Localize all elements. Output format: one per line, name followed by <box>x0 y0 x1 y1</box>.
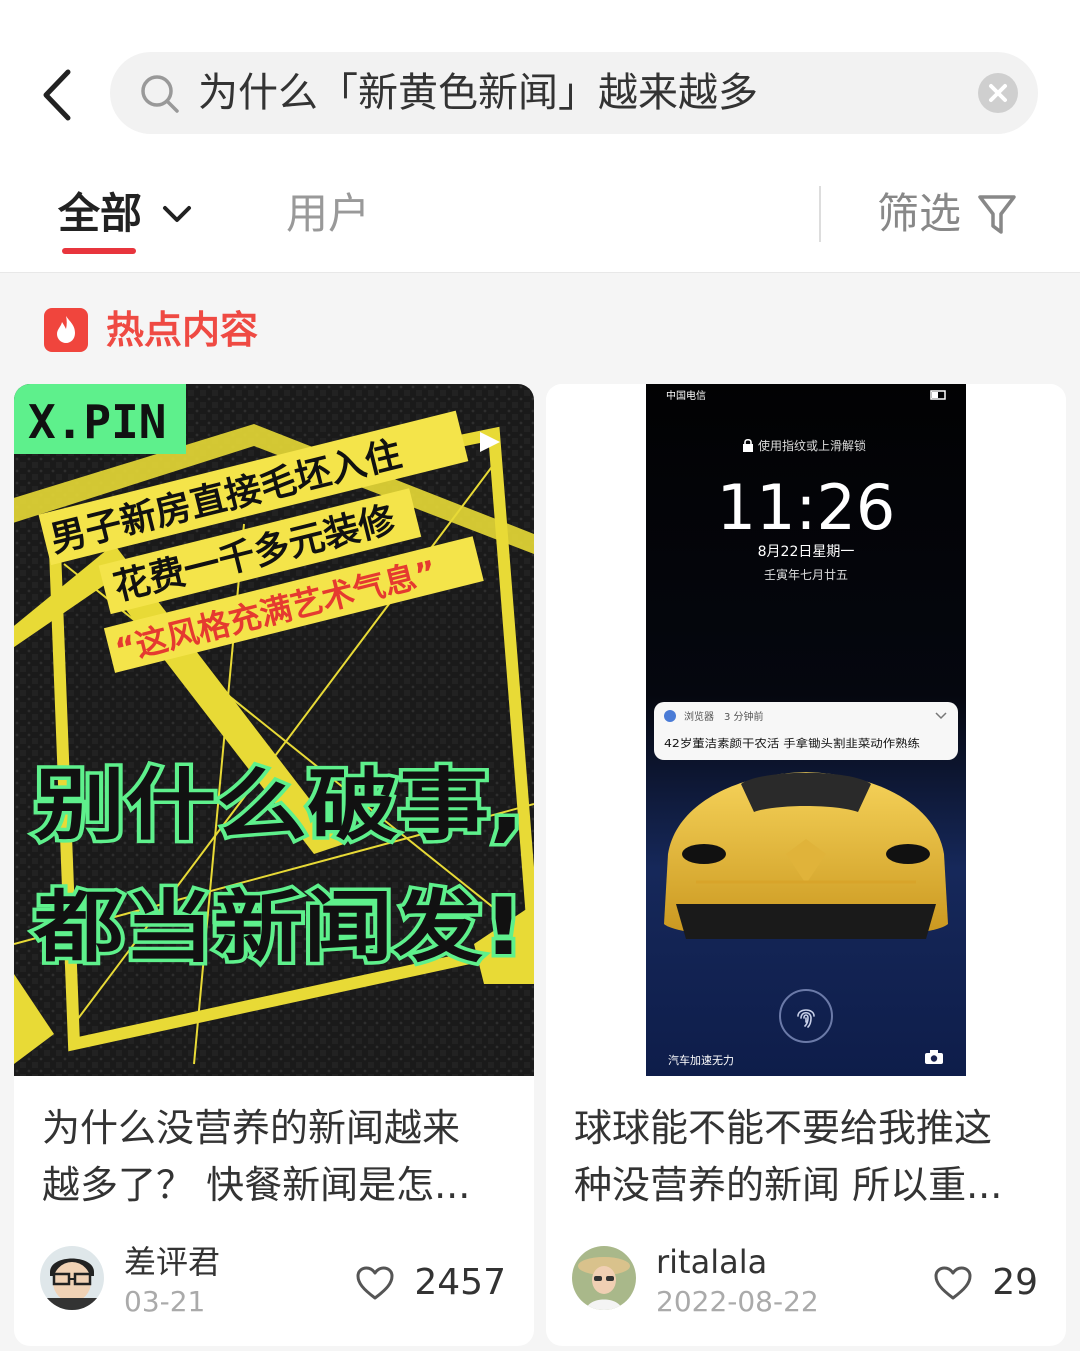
filter-button[interactable]: 筛选 <box>877 186 1016 242</box>
search-icon <box>141 75 179 113</box>
active-tab-indicator <box>62 248 136 254</box>
cover-big-text-1: 别什么破事, <box>34 761 524 851</box>
post-card[interactable]: 中国电信 使用指纹或上滑解锁 11:26 8月22日星期一 壬寅年七月廿五 浏览… <box>546 384 1066 1346</box>
top-bar: 为什么「新黄色新闻」越来越多 全部 用户 筛选 <box>0 0 1080 272</box>
phone-time: 11:26 <box>717 471 896 544</box>
notification-app: 浏览器 <box>684 710 714 723</box>
post-title-line: 越多了？ 快餐新闻是怎... <box>42 1163 471 1207</box>
search-query-text[interactable]: 为什么「新黄色新闻」越来越多 <box>198 66 758 120</box>
post-title-line: 种没营养的新闻 所以重... <box>574 1163 1003 1207</box>
post-cover-image[interactable]: 中国电信 使用指纹或上滑解锁 11:26 8月22日星期一 壬寅年七月廿五 浏览… <box>546 384 1066 1076</box>
post-title[interactable]: 为什么没营养的新闻越来 越多了？ 快餐新闻是怎... <box>42 1100 502 1214</box>
heart-icon <box>934 1266 972 1300</box>
close-icon <box>989 84 1007 102</box>
filter-label: 筛选 <box>877 189 962 238</box>
post-title-line: 球球能不能不要给我推这 <box>574 1106 993 1150</box>
search-box[interactable]: 为什么「新黄色新闻」越来越多 <box>110 52 1038 134</box>
header-divider <box>0 272 1080 273</box>
tab-divider <box>819 186 821 242</box>
flame-icon <box>44 308 88 352</box>
funnel-icon <box>978 195 1016 234</box>
like-count: 29 <box>992 1262 1038 1303</box>
clear-search-button[interactable] <box>978 73 1018 113</box>
post-date: 2022-08-22 <box>656 1285 819 1318</box>
like-button[interactable]: 2457 <box>355 1260 506 1305</box>
cover-big-text-2: 都当新闻发! <box>33 883 524 973</box>
like-count: 2457 <box>414 1262 506 1303</box>
phone-caption: 汽车加速无力 <box>668 1053 734 1067</box>
avatar[interactable] <box>40 1246 104 1310</box>
phone-date: 8月22日星期一 <box>758 544 855 560</box>
post-title[interactable]: 球球能不能不要给我推这 种没营养的新闻 所以重... <box>574 1100 1034 1214</box>
cover-logo: X.PIN <box>28 395 166 449</box>
tab-user[interactable]: 用户 <box>286 186 370 242</box>
tab-all[interactable]: 全部 <box>58 186 191 242</box>
back-button[interactable] <box>30 60 90 130</box>
chevron-down-icon <box>163 206 191 222</box>
phone-lock-hint: 使用指纹或上滑解锁 <box>758 438 866 453</box>
phone-carrier: 中国电信 <box>666 389 706 402</box>
notification-time: 3 分钟前 <box>724 710 764 723</box>
phone-lunar-date: 壬寅年七月廿五 <box>764 567 848 582</box>
avatar-cartoon-icon <box>40 1246 104 1310</box>
post-date: 03-21 <box>124 1285 206 1318</box>
chevron-left-icon <box>43 69 71 121</box>
tab-all-label: 全部 <box>58 189 143 238</box>
avatar[interactable] <box>572 1246 636 1310</box>
heart-icon <box>356 1266 394 1300</box>
section-title: 热点内容 <box>106 308 259 352</box>
post-title-line: 为什么没营养的新闻越来 <box>42 1106 461 1150</box>
like-button[interactable]: 29 <box>933 1260 1038 1305</box>
author-name[interactable]: 差评君 <box>124 1242 220 1282</box>
post-cover-image[interactable]: X.PIN 男子新房直接毛坯入住 花费一千多元装修 “这风格充满艺术气息” 别什… <box>14 384 534 1076</box>
avatar-photo-icon <box>572 1246 636 1310</box>
notification-text: 42岁董洁素颜干农活 手拿锄头割韭菜动作熟练 <box>664 736 920 750</box>
author-name[interactable]: ritalala <box>656 1242 767 1282</box>
post-card[interactable]: X.PIN 男子新房直接毛坯入住 花费一千多元装修 “这风格充满艺术气息” 别什… <box>14 384 534 1346</box>
